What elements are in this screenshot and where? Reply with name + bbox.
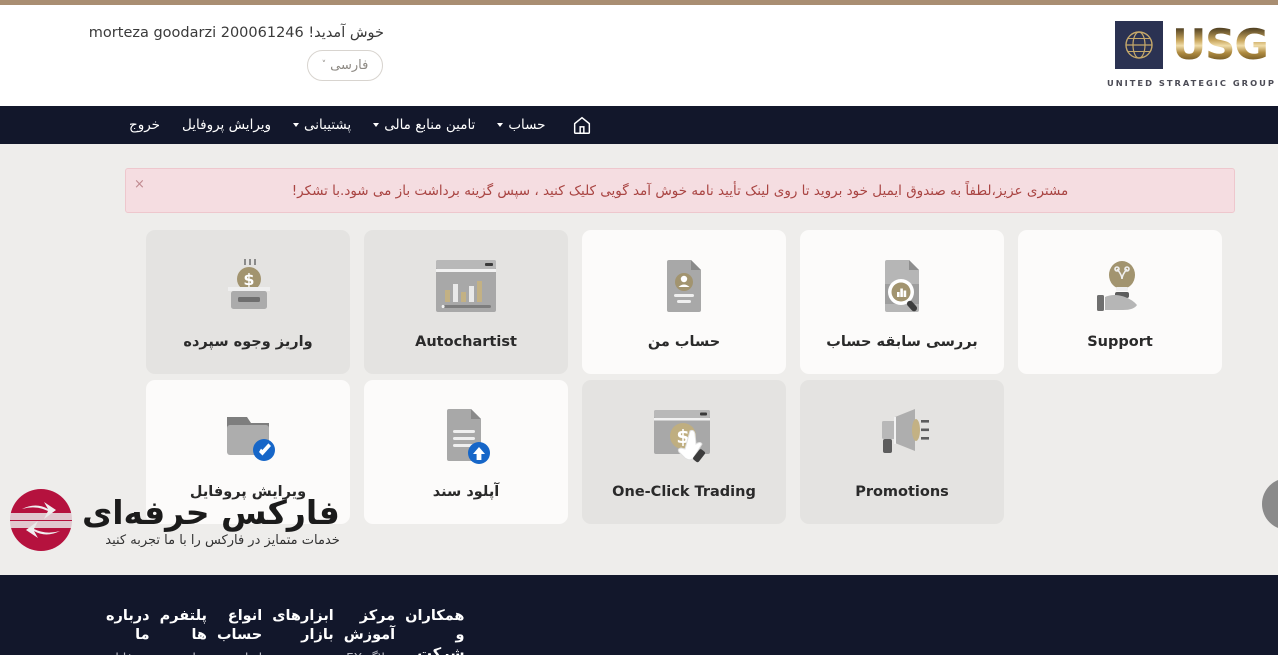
brand-tagline: خدمات متمایز در فارکس را با ما تجربه کنی…: [105, 532, 340, 548]
language-label: فارسی: [330, 58, 369, 73]
verification-alert: × مشتری عزیز،لطفاً به صندوق ایمیل خود بر…: [125, 168, 1235, 213]
footer-column-market-tools: ابزارهای بازار تقویم اقتصادی: [262, 607, 334, 655]
footer-heading: ابزارهای بازار: [272, 608, 334, 644]
alert-message: مشتری عزیز،لطفاً به صندوق ایمیل خود بروی…: [291, 182, 1069, 199]
nav-item-account[interactable]: حساب: [486, 117, 556, 133]
tile-label: Support: [1087, 334, 1153, 350]
tile-label: واریز وجوه سپرده: [183, 334, 313, 350]
chevron-down-icon: [293, 123, 300, 127]
s-swirl-logo-icon: [8, 487, 74, 557]
nav-item-logout[interactable]: خروج: [118, 117, 171, 133]
page-footer: درباره ما پروفایل شرکت پلتفرم ها متا تری…: [0, 575, 1278, 655]
tile-row-1: Support بررسی سابقه حساب حساب من Autocha…: [137, 230, 1222, 374]
footer-heading: انواع حساب: [216, 608, 263, 644]
svg-text:$: $: [243, 270, 254, 289]
usg-tagline: UNITED STRATEGIC GROUP: [1107, 78, 1276, 88]
main-content: × مشتری عزیز،لطفاً به صندوق ایمیل خود بر…: [0, 144, 1278, 655]
dollar-click-window-icon: $: [650, 404, 718, 468]
footer-column-partners: همکاران و شرکت های وابسته: [395, 607, 464, 655]
nav-item-support[interactable]: پشتیبانی: [282, 117, 362, 133]
page-root: خوش آمدید! morteza goodarzi 200061246 فا…: [0, 0, 1278, 655]
footer-link[interactable]: پروفایل شرکت: [106, 649, 150, 655]
main-navbar: حساب تامین منابع مالی پشتیبانی ویرایش پر…: [0, 106, 1278, 144]
nav-label: تامین منابع مالی: [384, 117, 476, 133]
footer-column-platforms: پلتفرم ها متا تریدر 4: [150, 607, 207, 655]
bar-chart-window-icon: [433, 254, 499, 318]
forex-brand-logo: فارکس حرفه‌ای خدمات متمایز در فارکس را ب…: [8, 487, 341, 557]
tile-my-account[interactable]: حساب من: [582, 230, 786, 374]
tile-label: One-Click Trading: [612, 484, 756, 500]
footer-column-about: درباره ما پروفایل شرکت: [96, 607, 150, 655]
language-selector[interactable]: فارسی ˅: [307, 50, 383, 81]
document-upload-icon: [437, 404, 495, 468]
usg-wordmark: USG: [1172, 20, 1269, 70]
nav-label: حساب: [508, 117, 546, 133]
tile-label: بررسی سابقه حساب: [826, 334, 978, 350]
chevron-down-icon: [497, 123, 504, 127]
document-magnifier-chart-icon: [871, 254, 933, 318]
tile-upload-document[interactable]: آپلود سند: [364, 380, 568, 524]
chevron-down-icon: [373, 123, 380, 127]
tile-account-history[interactable]: بررسی سابقه حساب: [800, 230, 1004, 374]
home-icon[interactable]: [571, 114, 593, 136]
nav-label: پشتیبانی: [304, 117, 352, 133]
dashboard-tiles: Support بررسی سابقه حساب حساب من Autocha…: [137, 230, 1222, 530]
nav-label: خروج: [129, 117, 161, 133]
tile-one-click-trading[interactable]: $ One-Click Trading: [582, 380, 786, 524]
folder-edit-icon: [217, 404, 279, 468]
usg-logo[interactable]: USG UNITED STRATEGIC GROUP: [1107, 21, 1276, 88]
tile-label: آپلود سند: [432, 484, 500, 500]
chevron-down-icon: ˅: [321, 60, 327, 70]
footer-link[interactable]: تقویم اقتصادی: [272, 649, 334, 655]
brand-title: فارکس حرفه‌ای: [82, 493, 341, 533]
tile-promotions[interactable]: Promotions: [800, 380, 1004, 524]
megaphone-icon: [869, 404, 935, 468]
footer-heading: مرکز آموزش: [343, 608, 396, 644]
footer-heading: همکاران و شرکت های وابسته: [405, 608, 465, 655]
footer-heading: درباره ما: [105, 608, 150, 644]
footer-heading: پلتفرم ها: [159, 608, 207, 644]
nav-label: ویرایش پروفایل: [182, 117, 272, 133]
lightbulb-in-hand-icon: [1089, 254, 1151, 318]
footer-column-education: مرکز آموزش وبلاگ FX: [334, 607, 395, 655]
tile-label: حساب من: [647, 334, 721, 350]
tile-row-2-spacer: [1018, 380, 1222, 524]
tile-support[interactable]: Support: [1018, 230, 1222, 374]
tile-label: Autochartist: [415, 334, 517, 350]
document-user-icon: [657, 254, 711, 318]
tile-deposit-funds[interactable]: $ واریز وجوه سپرده: [146, 230, 350, 374]
nav-item-funding[interactable]: تامین منابع مالی: [362, 117, 486, 133]
footer-column-account-types: انواع حساب انواع حساب: [207, 607, 262, 655]
coin-deposit-icon: $: [215, 254, 281, 318]
welcome-message: خوش آمدید! morteza goodarzi 200061246: [88, 25, 384, 41]
tile-label: Promotions: [855, 484, 949, 500]
footer-link[interactable]: انواع حساب: [217, 649, 262, 655]
footer-link[interactable]: وبلاگ FX: [344, 649, 395, 655]
nav-item-edit-profile[interactable]: ویرایش پروفایل: [171, 117, 282, 133]
globe-icon: [1115, 21, 1164, 69]
tile-autochartist[interactable]: Autochartist: [364, 230, 568, 374]
page-header: خوش آمدید! morteza goodarzi 200061246 فا…: [0, 5, 1278, 106]
close-icon[interactable]: ×: [134, 178, 145, 191]
footer-link[interactable]: متا تریدر 4: [160, 649, 207, 655]
